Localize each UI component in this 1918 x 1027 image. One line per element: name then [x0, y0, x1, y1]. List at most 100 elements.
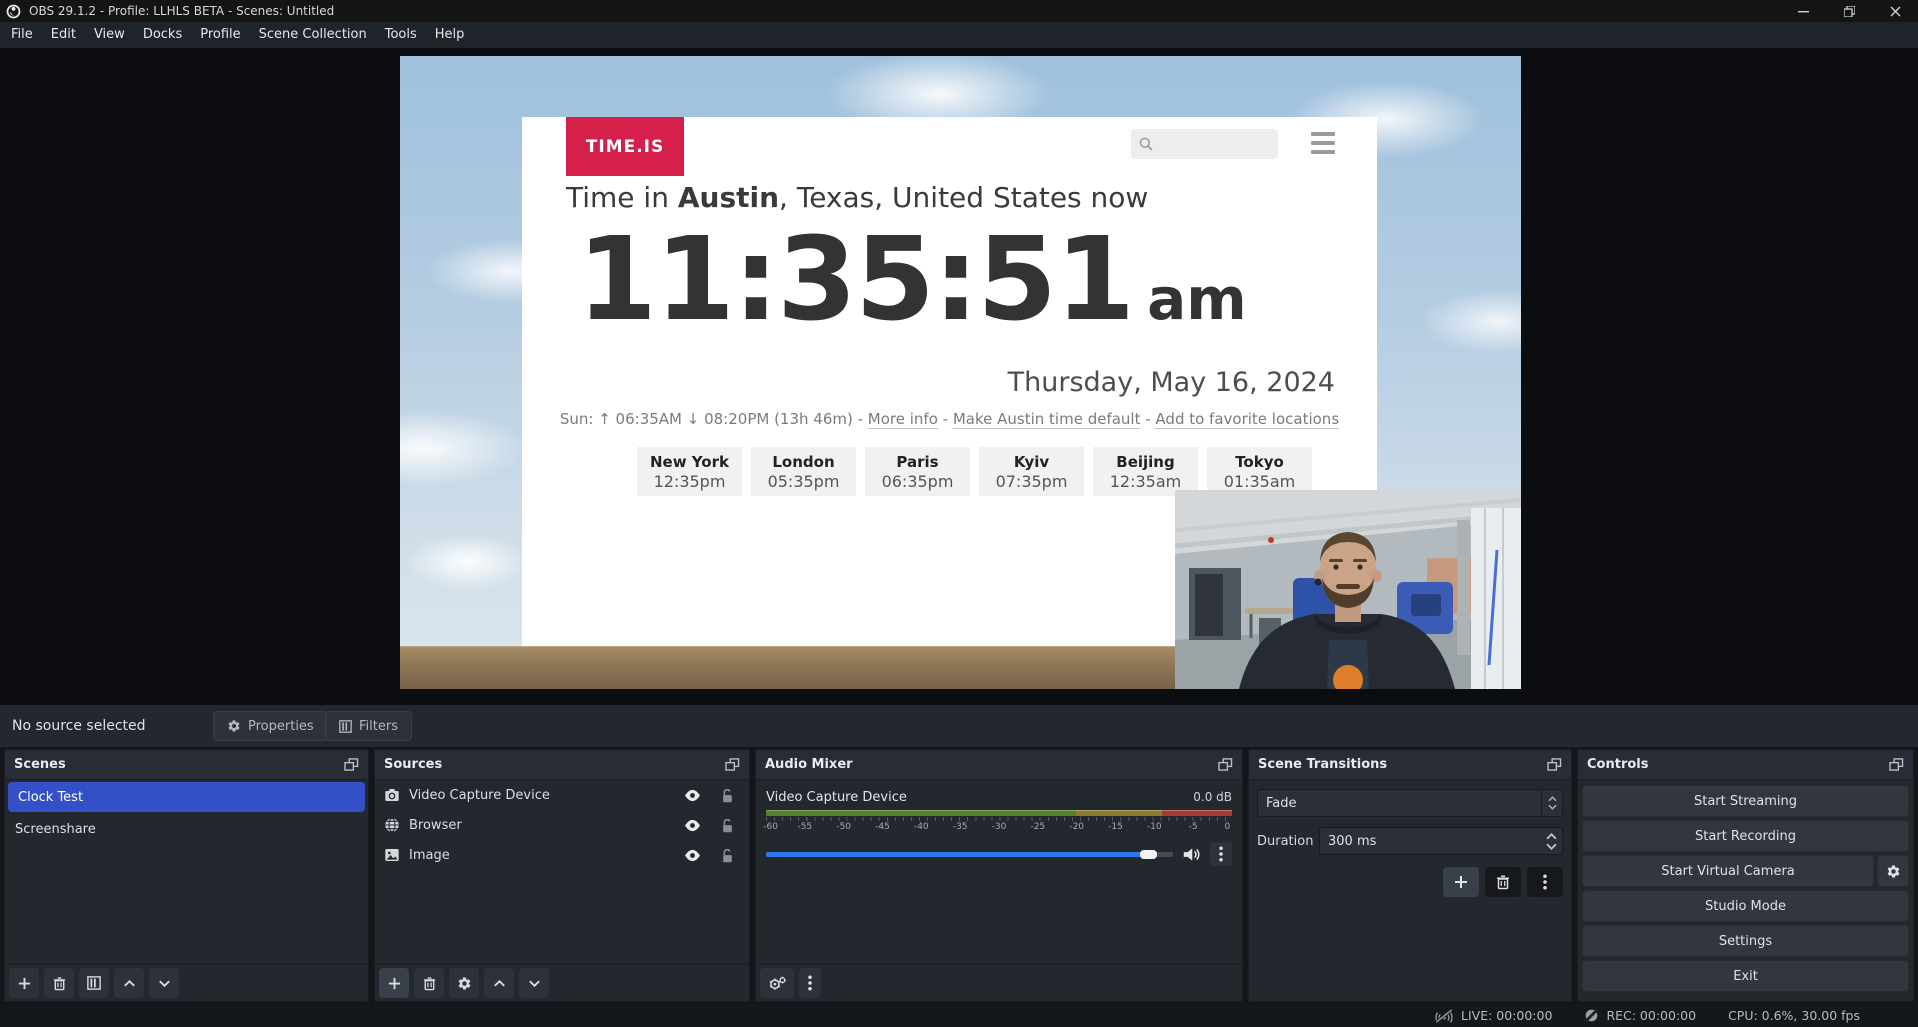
scene-move-up-button[interactable] — [114, 968, 144, 998]
lock-toggle[interactable] — [714, 788, 740, 803]
popout-icon[interactable] — [1218, 758, 1233, 771]
eye-icon — [684, 819, 701, 832]
scenes-panel: Scenes Clock Test Screenshare — [4, 749, 369, 1002]
channel-name: Video Capture Device — [766, 790, 907, 805]
scene-filters-button[interactable] — [79, 968, 109, 998]
record-inactive-icon — [1584, 1008, 1599, 1023]
restore-button[interactable] — [1826, 0, 1872, 22]
add-favorite-link: Add to favorite locations — [1155, 410, 1339, 429]
source-row-image[interactable]: Image — [375, 840, 749, 870]
advanced-audio-button[interactable] — [760, 968, 794, 998]
menu-help[interactable]: Help — [426, 22, 474, 48]
sources-header: Sources — [375, 750, 749, 780]
popout-icon[interactable] — [344, 758, 359, 771]
visibility-toggle[interactable] — [679, 789, 705, 802]
menu-file[interactable]: File — [2, 22, 42, 48]
menu-scene-collection[interactable]: Scene Collection — [250, 22, 376, 48]
remove-source-button[interactable] — [414, 968, 444, 998]
channel-menu-button[interactable] — [1210, 842, 1232, 866]
transition-select-arrows[interactable] — [1541, 790, 1562, 816]
speaker-icon[interactable] — [1182, 846, 1201, 863]
program-canvas[interactable]: TIME.IS Time in Austin, Texas, United St… — [400, 56, 1521, 689]
filters-button[interactable]: Filters — [325, 711, 412, 741]
duration-spinbox[interactable]: 300 ms — [1319, 827, 1563, 855]
studio-mode-button[interactable]: Studio Mode — [1582, 890, 1909, 922]
remove-scene-button[interactable] — [44, 968, 74, 998]
clock-digits: 11:35:51 — [577, 217, 1133, 344]
scene-move-down-button[interactable] — [149, 968, 179, 998]
audio-mixer-panel: Audio Mixer Video Capture Device 0.0 dB … — [755, 749, 1243, 1002]
menu-edit[interactable]: Edit — [42, 22, 85, 48]
scene-item-clock-test[interactable]: Clock Test — [8, 782, 365, 812]
channel-level-db: 0.0 dB — [1193, 790, 1232, 804]
city-card: New York 12:35pm — [637, 447, 742, 496]
source-move-up-button[interactable] — [484, 968, 514, 998]
dock-area: Scenes Clock Test Screenshare — [0, 747, 1918, 1004]
popout-icon[interactable] — [1547, 758, 1562, 771]
make-default-link: Make Austin time default — [953, 410, 1141, 429]
add-scene-button[interactable] — [9, 968, 39, 998]
menu-bar: File Edit View Docks Profile Scene Colle… — [0, 22, 1918, 48]
lock-toggle[interactable] — [714, 818, 740, 833]
chevron-down-icon — [157, 976, 172, 991]
add-transition-button[interactable] — [1443, 867, 1479, 897]
settings-button[interactable]: Settings — [1582, 925, 1909, 957]
volume-slider-handle[interactable] — [1140, 850, 1157, 859]
transition-menu-button[interactable] — [1527, 867, 1563, 897]
duration-spin-arrows[interactable] — [1540, 833, 1562, 850]
transition-select[interactable]: Fade — [1257, 789, 1563, 817]
exit-button[interactable]: Exit — [1582, 960, 1909, 992]
scene-item-screenshare[interactable]: Screenshare — [5, 814, 368, 844]
trash-icon — [422, 976, 437, 991]
eye-icon — [684, 849, 701, 862]
sources-toolbar — [375, 964, 749, 1001]
mixer-channel: Video Capture Device 0.0 dB -60 -55 -50 … — [756, 780, 1242, 866]
scenes-toolbar — [5, 964, 368, 1001]
start-recording-button[interactable]: Start Recording — [1582, 820, 1909, 852]
filter-icon — [339, 720, 352, 733]
selected-source-toolbar: No source selected Properties Filters — [0, 705, 1918, 747]
lock-toggle[interactable] — [714, 848, 740, 863]
start-virtual-camera-button[interactable]: Start Virtual Camera — [1582, 855, 1874, 887]
plus-icon — [1453, 874, 1469, 890]
close-button[interactable] — [1872, 0, 1918, 22]
start-streaming-button[interactable]: Start Streaming — [1582, 785, 1909, 817]
obs-logo-icon — [6, 4, 21, 19]
properties-button[interactable]: Properties — [213, 711, 328, 741]
popout-icon[interactable] — [1889, 758, 1904, 771]
volume-slider[interactable] — [766, 847, 1173, 861]
timeis-search-box — [1131, 129, 1278, 159]
minimize-button[interactable] — [1780, 0, 1826, 22]
popout-icon[interactable] — [725, 758, 740, 771]
source-row-browser[interactable]: Browser — [375, 810, 749, 840]
menu-tools[interactable]: Tools — [376, 22, 426, 48]
duration-label: Duration — [1257, 834, 1311, 849]
source-move-down-button[interactable] — [519, 968, 549, 998]
preview-area: TIME.IS Time in Austin, Texas, United St… — [0, 48, 1918, 705]
city-card: Tokyo 01:35am — [1207, 447, 1312, 496]
menu-profile[interactable]: Profile — [191, 22, 249, 48]
kebab-icon — [1219, 846, 1223, 862]
trash-icon — [1495, 874, 1511, 890]
remove-transition-button[interactable] — [1485, 867, 1521, 897]
clock-meridiem: am — [1147, 265, 1247, 333]
lock-icon — [721, 818, 734, 833]
cpu-status: CPU: 0.6%, 30.00 fps — [1728, 1008, 1860, 1023]
sources-panel: Sources Video Capture Device — [374, 749, 750, 1002]
add-source-button[interactable] — [379, 968, 409, 998]
mixer-toolbar — [756, 964, 1242, 1001]
source-properties-button[interactable] — [449, 968, 479, 998]
chevron-up-icon — [122, 976, 137, 991]
gear-icon — [457, 976, 472, 991]
menu-docks[interactable]: Docks — [134, 22, 191, 48]
chevron-down-icon — [527, 976, 542, 991]
mixer-menu-button[interactable] — [799, 968, 821, 998]
menu-view[interactable]: View — [85, 22, 134, 48]
chevron-down-icon — [1548, 804, 1557, 810]
visibility-toggle[interactable] — [679, 819, 705, 832]
visibility-toggle[interactable] — [679, 849, 705, 862]
source-row-video-capture[interactable]: Video Capture Device — [375, 780, 749, 810]
virtual-camera-config-button[interactable] — [1877, 855, 1909, 887]
scenes-header: Scenes — [5, 750, 368, 780]
lock-icon — [721, 788, 734, 803]
